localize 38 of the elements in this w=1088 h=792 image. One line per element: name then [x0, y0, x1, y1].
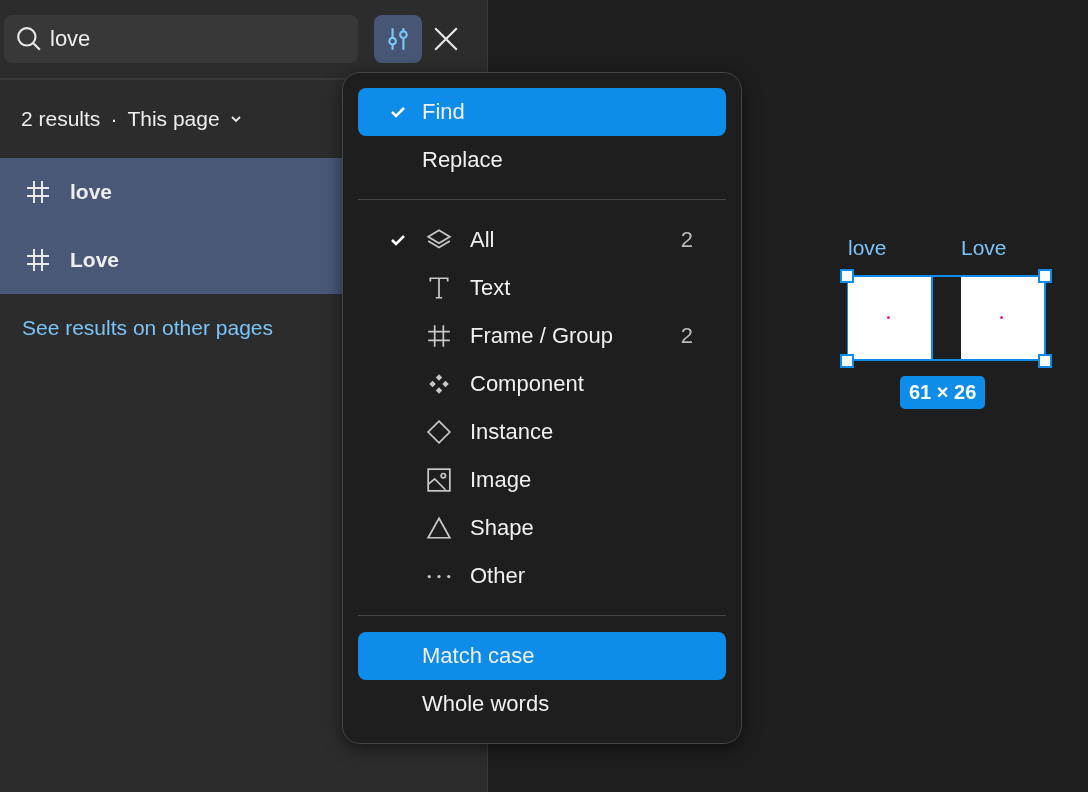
results-count: 2 results [21, 107, 101, 131]
result-name: love [70, 180, 113, 204]
hash-icon [26, 180, 50, 204]
menu-item[interactable]: Component [358, 360, 726, 408]
frame-label: Love [961, 236, 1007, 260]
menu-item[interactable]: Other [358, 552, 726, 600]
filter-button[interactable] [374, 15, 422, 63]
menu-item[interactable]: Instance [358, 408, 726, 456]
image-icon [426, 467, 452, 493]
center-point [1000, 316, 1003, 319]
diamond-icon [426, 419, 452, 445]
search-icon [16, 26, 42, 52]
other-pages-link[interactable]: See results on other pages [22, 316, 273, 340]
center-point [887, 316, 890, 319]
resize-handle[interactable] [840, 354, 854, 368]
frame-label: love [848, 236, 887, 260]
hash-icon [426, 323, 452, 349]
scope-dropdown[interactable]: This page [127, 107, 242, 131]
size-badge: 61 × 26 [900, 376, 986, 409]
resize-handle[interactable] [1038, 354, 1052, 368]
triangle-icon [426, 515, 452, 541]
menu-item[interactable]: Frame / Group 2 [358, 312, 726, 360]
type-count: 2 [680, 323, 693, 349]
chevron-down-icon [229, 115, 242, 123]
dots-icon [426, 573, 452, 579]
resize-handle[interactable] [1038, 269, 1052, 283]
close-icon [433, 26, 459, 52]
menu-item[interactable]: Image [358, 456, 726, 504]
sliders-icon [385, 26, 411, 52]
hash-icon [26, 248, 50, 272]
result-name: Love [70, 248, 119, 272]
menu-item[interactable]: Whole words [358, 680, 726, 728]
menu-item[interactable]: Shape [358, 504, 726, 552]
text-icon [426, 275, 452, 301]
resize-handle[interactable] [840, 269, 854, 283]
separator-dot: · [110, 107, 118, 131]
search-field[interactable]: love [4, 15, 358, 63]
type-count: 2 [680, 227, 693, 253]
